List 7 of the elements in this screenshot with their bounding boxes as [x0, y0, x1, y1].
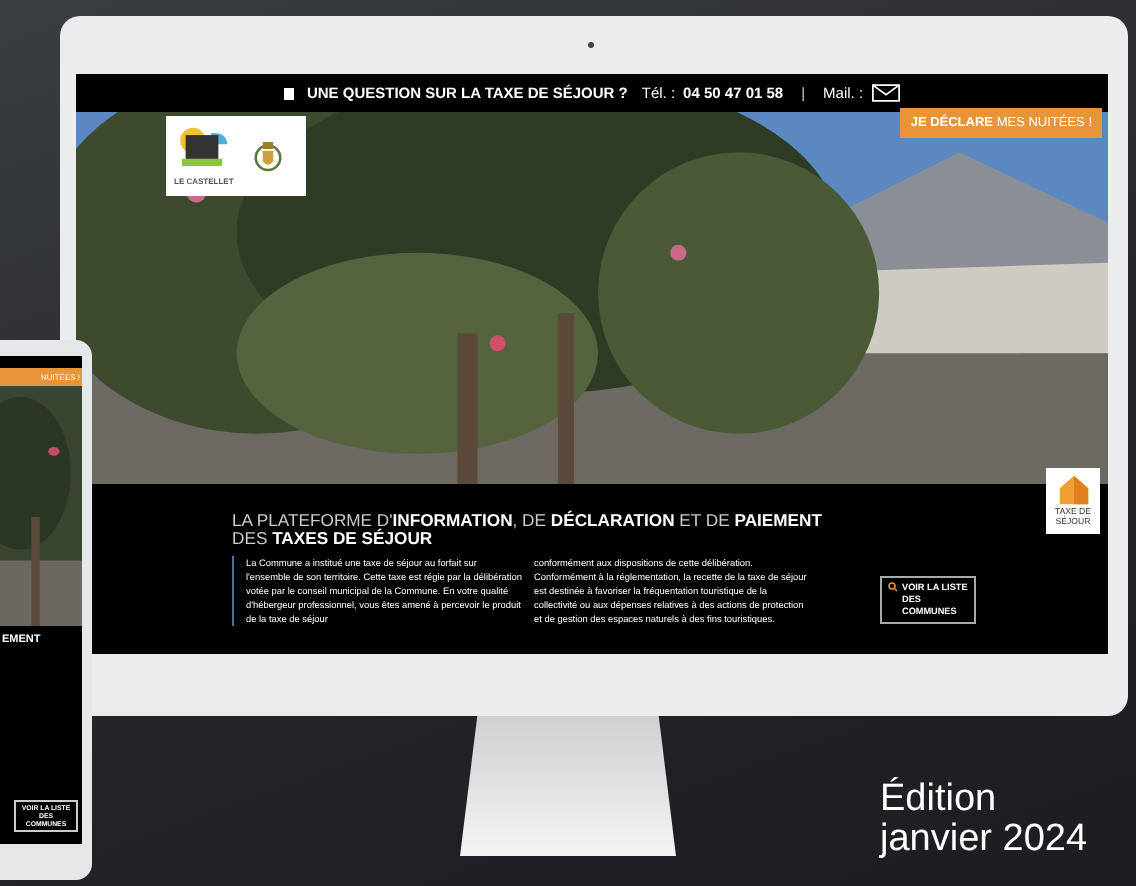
search-icon — [888, 581, 898, 591]
accent-rule — [232, 556, 234, 626]
square-icon — [284, 87, 295, 99]
mail-icon[interactable] — [871, 84, 900, 102]
edition-text: Édition janvier 2024 — [880, 780, 1088, 860]
camera-icon — [588, 42, 594, 48]
panel-heading: LA PLATEFORME D'INFORMATION, DE DÉCLARATION ET DE PAIEMENT DES TAXES DE SÉJOUR — [232, 512, 824, 548]
